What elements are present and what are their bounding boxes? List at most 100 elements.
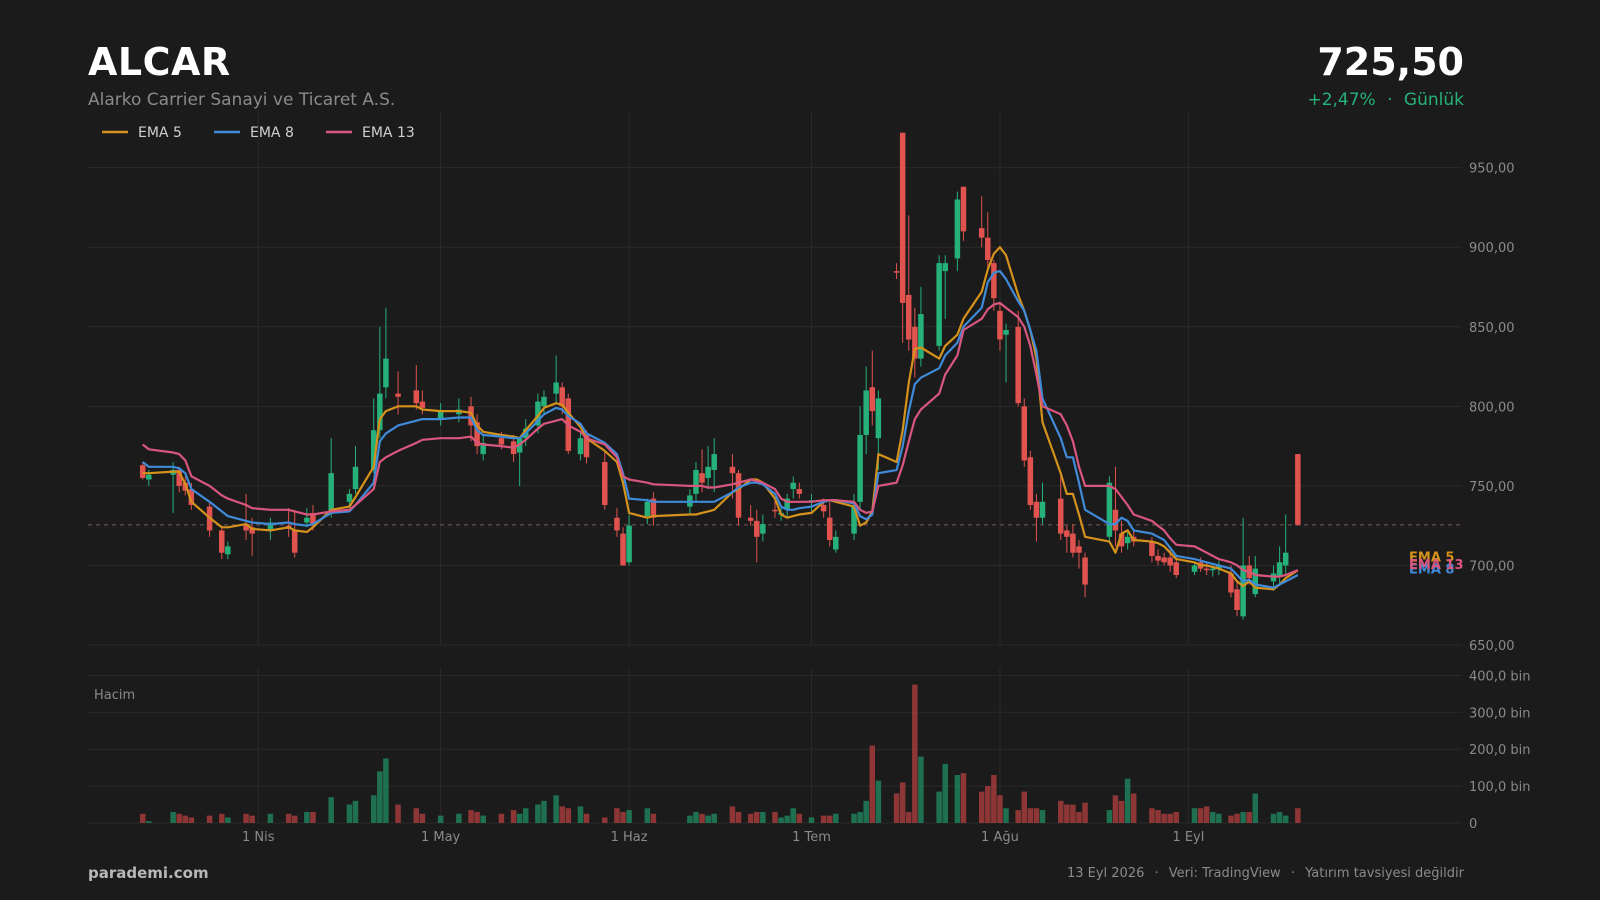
volume-bar [498, 813, 505, 823]
volume-bar [310, 811, 316, 823]
volume-bar [480, 815, 486, 823]
volume-bar [1191, 808, 1198, 823]
candle-body [1282, 552, 1289, 566]
candle-body [1124, 536, 1131, 544]
x-tick-label: 1 Eyl [1172, 830, 1204, 845]
volume-bar [1015, 810, 1021, 823]
volume-bar [188, 817, 195, 823]
volume-bar [1124, 778, 1131, 823]
candle-body [711, 454, 717, 470]
candle-body [936, 263, 942, 346]
volume-y-tick-label: 0 [1469, 817, 1477, 832]
legend-label: EMA 8 [250, 125, 294, 141]
volume-bar [553, 795, 559, 823]
ema-end-label: EMA 13 [1409, 558, 1464, 573]
candle-body [693, 469, 699, 494]
candle-body [139, 465, 146, 478]
candle-body [328, 473, 334, 513]
volume-bar [754, 811, 760, 823]
volume-bar [1082, 802, 1088, 823]
volume-bar [267, 813, 274, 823]
candle-body [419, 401, 426, 408]
volume-bar [826, 815, 833, 823]
volume-bar [206, 815, 213, 823]
brand-label[interactable]: parademi.com [88, 864, 209, 882]
candle-body [1082, 557, 1088, 585]
volume-bar [833, 813, 839, 823]
price-chart: 650,00 700,00 750,00 800,00 850,00 900,00 950,… [88, 112, 1530, 845]
volume-bar [437, 815, 444, 823]
volume-bar [687, 815, 693, 823]
volume-bar [243, 813, 249, 823]
x-tick-label: 1 Nis [242, 830, 275, 845]
candle-body [1252, 568, 1259, 595]
candle-body [219, 530, 225, 553]
candle-body [541, 396, 547, 407]
volume-bar [693, 811, 699, 823]
volume-bar [711, 813, 717, 823]
candle-body [1027, 457, 1034, 505]
legend-label: EMA 5 [138, 125, 182, 141]
volume-bar [875, 780, 882, 823]
volume-bar [1112, 795, 1119, 823]
footer-source: Veri: TradingView [1168, 866, 1281, 881]
volume-title: Hacim [94, 688, 135, 703]
candle-body [1070, 533, 1076, 553]
volume-bar [1173, 811, 1180, 823]
volume-bar [985, 786, 991, 823]
volume-bar [729, 806, 736, 823]
volume-bar [1252, 793, 1259, 823]
volume-bar [1118, 800, 1125, 823]
volume-bar [1070, 804, 1076, 823]
volume-bar [1197, 808, 1204, 823]
volume-bar [413, 808, 420, 823]
volume-bar [644, 808, 651, 823]
volume-bar [249, 815, 255, 823]
volume-bar [516, 813, 523, 823]
volume-bar [997, 795, 1003, 823]
candle-body [991, 263, 997, 299]
candle-body [1240, 565, 1246, 617]
volume-bar [705, 815, 711, 823]
x-tick-label: 1 Ağu [981, 830, 1019, 845]
footer-disclaimer: Yatırım tavsiyesi değildir [1305, 866, 1464, 881]
candle-body [225, 546, 231, 555]
volume-bar [1209, 811, 1216, 823]
candle-body [304, 517, 310, 523]
ema-line [142, 301, 1299, 578]
volume-bar [522, 808, 529, 823]
volume-bar [626, 810, 632, 823]
volume-bar [942, 763, 948, 823]
candle-body [577, 438, 584, 455]
volume-bar [1161, 813, 1167, 823]
footer-sep-2: · [1290, 866, 1295, 881]
candle-body [772, 509, 778, 512]
volume-bar [808, 817, 815, 823]
volume-bar [510, 810, 517, 823]
volume-bar [863, 800, 869, 823]
volume-bar [182, 815, 189, 823]
candle-body [1149, 541, 1155, 556]
candle-body [790, 482, 796, 490]
volume-bar [918, 756, 924, 823]
volume-bar [1106, 810, 1113, 823]
volume-bar [747, 813, 754, 823]
volume-bar [954, 775, 961, 823]
candle-body [1276, 562, 1283, 577]
volume-bar [146, 821, 152, 823]
volume-bar [176, 813, 182, 823]
volume-bar [1216, 813, 1222, 823]
volume-bar [614, 808, 620, 823]
candle-body [918, 314, 924, 359]
volume-bar [1203, 806, 1210, 823]
candle-body [796, 489, 803, 494]
candle-body [1106, 482, 1113, 537]
volume-bar [936, 791, 942, 823]
volume-bar [565, 808, 572, 823]
volume-bar [760, 811, 766, 823]
x-tick-label: 1 Haz [611, 830, 648, 845]
footer-info: 13 Eyl 2026 · Veri: TradingView · Yatırı… [1067, 866, 1464, 881]
volume-bar [370, 795, 377, 823]
candle-body [942, 263, 948, 272]
candle-body [833, 536, 839, 550]
